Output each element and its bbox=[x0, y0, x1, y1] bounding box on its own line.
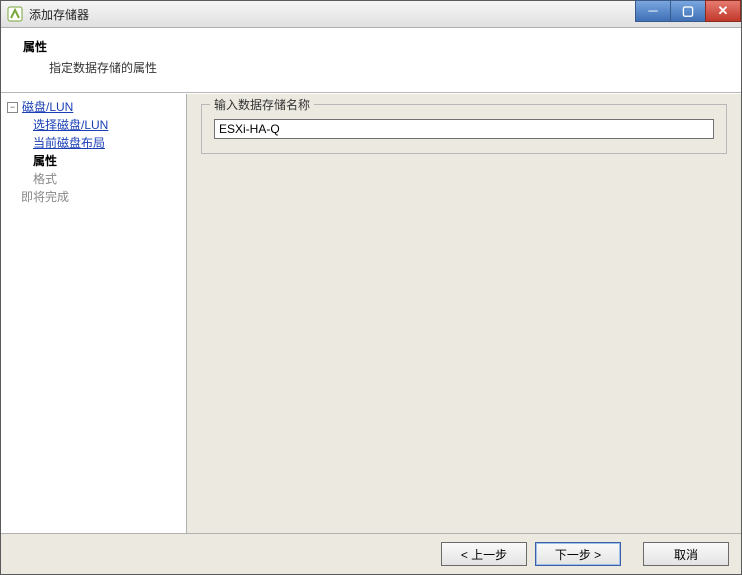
app-icon bbox=[7, 6, 23, 22]
wizard-header: 属性 指定数据存储的属性 bbox=[1, 28, 741, 93]
nav-item-disk-layout[interactable]: 当前磁盘布局 bbox=[3, 134, 184, 152]
datastore-name-input[interactable] bbox=[214, 119, 714, 139]
minimize-button[interactable]: ─ bbox=[635, 0, 671, 22]
nav-item-disk-lun[interactable]: − 磁盘/LUN bbox=[3, 98, 184, 116]
window-title: 添加存储器 bbox=[29, 6, 89, 23]
nav-item-format: 格式 bbox=[3, 170, 184, 188]
name-groupbox: 输入数据存储名称 bbox=[201, 104, 727, 154]
nav-label: 格式 bbox=[33, 171, 57, 187]
window-controls: ─ ▢ ✕ bbox=[636, 0, 741, 22]
nav-label: 磁盘/LUN bbox=[22, 99, 73, 115]
nav-item-select-disk[interactable]: 选择磁盘/LUN bbox=[3, 116, 184, 134]
nav-item-ready: 即将完成 bbox=[3, 188, 184, 206]
close-button[interactable]: ✕ bbox=[705, 0, 741, 22]
back-button[interactable]: < 上一步 bbox=[441, 542, 527, 566]
next-button[interactable]: 下一步 > bbox=[535, 542, 621, 566]
groupbox-label: 输入数据存储名称 bbox=[210, 96, 314, 113]
nav-item-properties[interactable]: 属性 bbox=[3, 152, 184, 170]
title-bar: 添加存储器 ─ ▢ ✕ bbox=[1, 1, 741, 28]
wizard-content: 输入数据存储名称 bbox=[187, 94, 741, 533]
nav-label: 当前磁盘布局 bbox=[33, 135, 105, 151]
maximize-button[interactable]: ▢ bbox=[670, 0, 706, 22]
nav-label: 即将完成 bbox=[21, 189, 69, 205]
wizard-body: − 磁盘/LUN 选择磁盘/LUN 当前磁盘布局 属性 格式 即将完成 输入数据… bbox=[1, 93, 741, 533]
nav-label: 属性 bbox=[33, 153, 57, 169]
dialog-window: 添加存储器 ─ ▢ ✕ 属性 指定数据存储的属性 − 磁盘/LUN 选择磁盘/L… bbox=[0, 0, 742, 575]
wizard-subtext: 指定数据存储的属性 bbox=[49, 59, 725, 76]
tree-collapse-icon[interactable]: − bbox=[7, 102, 18, 113]
cancel-button[interactable]: 取消 bbox=[643, 542, 729, 566]
wizard-nav: − 磁盘/LUN 选择磁盘/LUN 当前磁盘布局 属性 格式 即将完成 bbox=[1, 94, 187, 533]
wizard-footer: < 上一步 下一步 > 取消 bbox=[1, 533, 741, 574]
nav-label: 选择磁盘/LUN bbox=[33, 117, 108, 133]
wizard-heading: 属性 bbox=[23, 38, 725, 55]
